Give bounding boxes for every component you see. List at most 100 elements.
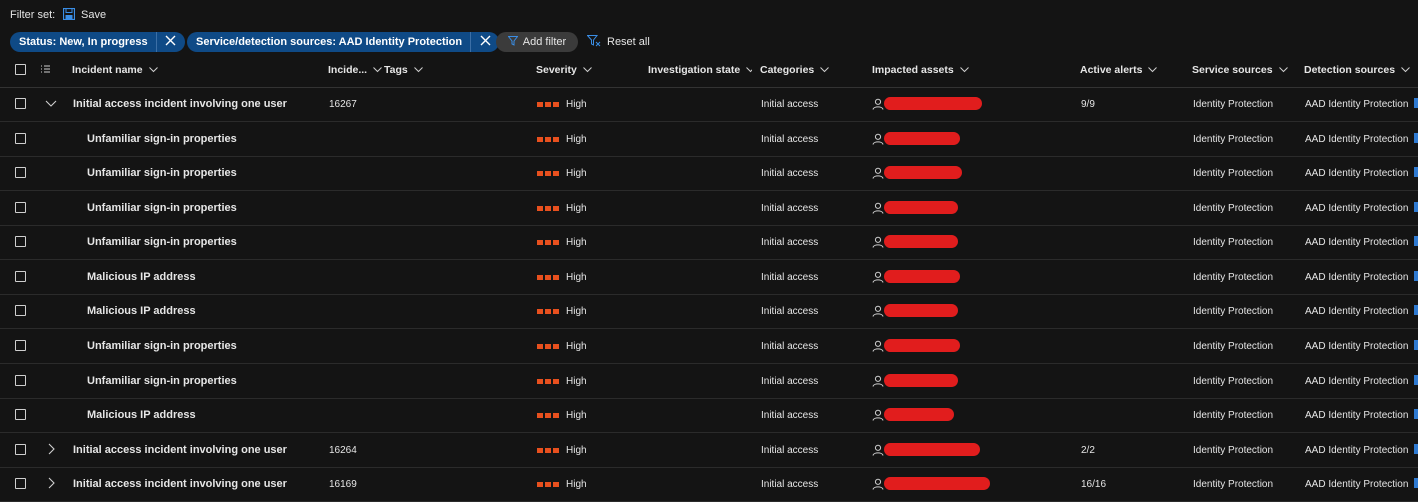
incident-id [329, 225, 379, 259]
active-alerts [1081, 225, 1181, 259]
incident-row[interactable]: Initial access incident involving one us… [0, 433, 1418, 468]
column-header-service-sources[interactable]: Service sources [1192, 53, 1296, 87]
column-header-detection-sources[interactable]: Detection sources [1304, 53, 1412, 87]
incident-id [329, 364, 379, 398]
alert-row[interactable]: Malicious IP address High Initial access Id… [0, 294, 1418, 329]
row-checkbox[interactable] [15, 98, 26, 109]
severity-label: High [566, 375, 587, 387]
row-checkbox[interactable] [15, 375, 26, 386]
row-checkbox[interactable] [15, 271, 26, 282]
incident-name-link[interactable]: Unfamiliar sign-in properties [87, 329, 337, 363]
incident-id [329, 156, 379, 190]
alert-row[interactable]: Unfamiliar sign-in properties High Initial… [0, 364, 1418, 399]
severity-high-icon [537, 412, 559, 418]
severity-cell: High [537, 364, 637, 398]
expand-toggle[interactable] [44, 96, 58, 112]
incident-id [329, 260, 379, 294]
row-checkbox[interactable] [15, 236, 26, 247]
remove-filter-button[interactable] [155, 32, 185, 52]
remove-filter-button[interactable] [470, 32, 500, 52]
alert-row[interactable]: Malicious IP address High Initial access Id… [0, 398, 1418, 433]
chevron-down-icon [45, 97, 57, 112]
service-source: Identity Protection [1193, 478, 1274, 490]
incident-name-link[interactable]: Malicious IP address [87, 398, 337, 432]
filter-chip-sources[interactable]: Service/detection sources: AAD Identity … [187, 32, 500, 52]
row-checkbox[interactable] [15, 133, 26, 144]
incident-name-link[interactable]: Malicious IP address [87, 260, 337, 294]
column-header-incident-id[interactable]: Incide... [328, 53, 382, 87]
category: Initial access [761, 305, 819, 317]
redacted-asset-name [884, 477, 990, 490]
detection-source: AAD Identity Protection [1305, 202, 1409, 214]
redacted-asset-name [884, 339, 960, 352]
row-checkbox[interactable] [15, 409, 26, 420]
filter-set-label: Filter set: [10, 9, 56, 21]
table-header: Incident name Incide... Tags Severity In… [0, 53, 1418, 88]
select-all-checkbox[interactable] [15, 64, 26, 75]
add-filter-label: Add filter [522, 36, 567, 48]
row-checkbox[interactable] [15, 305, 26, 316]
reset-all-button[interactable]: Reset all [586, 33, 650, 51]
detection-source: AAD Identity Protection [1305, 375, 1409, 387]
severity-label: High [566, 409, 587, 421]
incident-name-link[interactable]: Unfamiliar sign-in properties [87, 122, 337, 156]
active-alerts: 9/9 [1081, 98, 1095, 110]
row-checkbox[interactable] [15, 478, 26, 489]
severity-high-icon [537, 136, 559, 142]
alert-row[interactable]: Unfamiliar sign-in properties High Initial… [0, 156, 1418, 191]
expand-toggle[interactable] [44, 442, 58, 458]
severity-cell: High [537, 467, 637, 501]
alert-row[interactable]: Unfamiliar sign-in properties High Initial… [0, 122, 1418, 157]
truncated-column-indicator [1414, 98, 1418, 108]
incident-name-link[interactable]: Unfamiliar sign-in properties [87, 191, 337, 225]
truncated-column-indicator [1414, 133, 1418, 143]
row-checkbox[interactable] [15, 202, 26, 213]
expand-toggle[interactable] [44, 476, 58, 492]
incident-row[interactable]: Initial access incident involving one us… [0, 467, 1418, 502]
incident-name-link[interactable]: Unfamiliar sign-in properties [87, 156, 337, 190]
category: Initial access [761, 340, 819, 352]
filter-chip-status[interactable]: Status: New, In progress [10, 32, 185, 52]
column-header-tags[interactable]: Tags [384, 53, 524, 87]
redacted-asset-name [884, 201, 958, 214]
service-source: Identity Protection [1193, 133, 1274, 145]
redacted-asset-name [884, 374, 958, 387]
severity-label: High [566, 340, 587, 352]
add-filter-button[interactable]: Add filter [496, 32, 578, 52]
category: Initial access [761, 444, 819, 456]
alert-row[interactable]: Unfamiliar sign-in properties High Initial… [0, 225, 1418, 260]
severity-label: High [566, 444, 587, 456]
filter-chip-label: Service/detection sources: AAD Identity … [187, 32, 471, 52]
column-header-incident-name[interactable]: Incident name [72, 53, 312, 87]
row-checkbox[interactable] [15, 444, 26, 455]
incident-name-link[interactable]: Initial access incident involving one us… [73, 467, 323, 501]
column-header-severity[interactable]: Severity [536, 53, 636, 87]
filter-set-bar: Filter set: Save [0, 0, 1418, 30]
column-header-investigation-state[interactable]: Investigation state [648, 53, 752, 87]
column-header-active-alerts[interactable]: Active alerts [1080, 53, 1184, 87]
incident-name-link[interactable]: Unfamiliar sign-in properties [87, 364, 337, 398]
column-header-impacted-assets[interactable]: Impacted assets [872, 53, 1072, 87]
incident-name-link[interactable]: Initial access incident involving one us… [73, 433, 323, 467]
detection-source: AAD Identity Protection [1305, 133, 1409, 145]
severity-high-icon [537, 343, 559, 349]
alert-row[interactable]: Unfamiliar sign-in properties High Initial… [0, 191, 1418, 226]
alert-row[interactable]: Unfamiliar sign-in properties High Initial… [0, 329, 1418, 364]
chevron-down-icon [746, 64, 752, 76]
row-checkbox[interactable] [15, 167, 26, 178]
severity-high-icon [537, 205, 559, 211]
column-header-categories[interactable]: Categories [760, 53, 860, 87]
incident-name-link[interactable]: Initial access incident involving one us… [73, 87, 323, 121]
group-toggle-icon[interactable] [39, 53, 51, 87]
service-source: Identity Protection [1193, 167, 1274, 179]
incident-name-link[interactable]: Malicious IP address [87, 294, 337, 328]
alert-row[interactable]: Malicious IP address High Initial access Id… [0, 260, 1418, 295]
incident-name-link[interactable]: Unfamiliar sign-in properties [87, 225, 337, 259]
incident-row[interactable]: Initial access incident involving one us… [0, 87, 1418, 122]
save-filter-set-button[interactable]: Save [62, 6, 107, 24]
save-label: Save [81, 9, 107, 21]
active-alerts [1081, 260, 1181, 294]
filter-icon [507, 35, 519, 49]
row-checkbox[interactable] [15, 340, 26, 351]
redacted-asset-name [884, 235, 958, 248]
